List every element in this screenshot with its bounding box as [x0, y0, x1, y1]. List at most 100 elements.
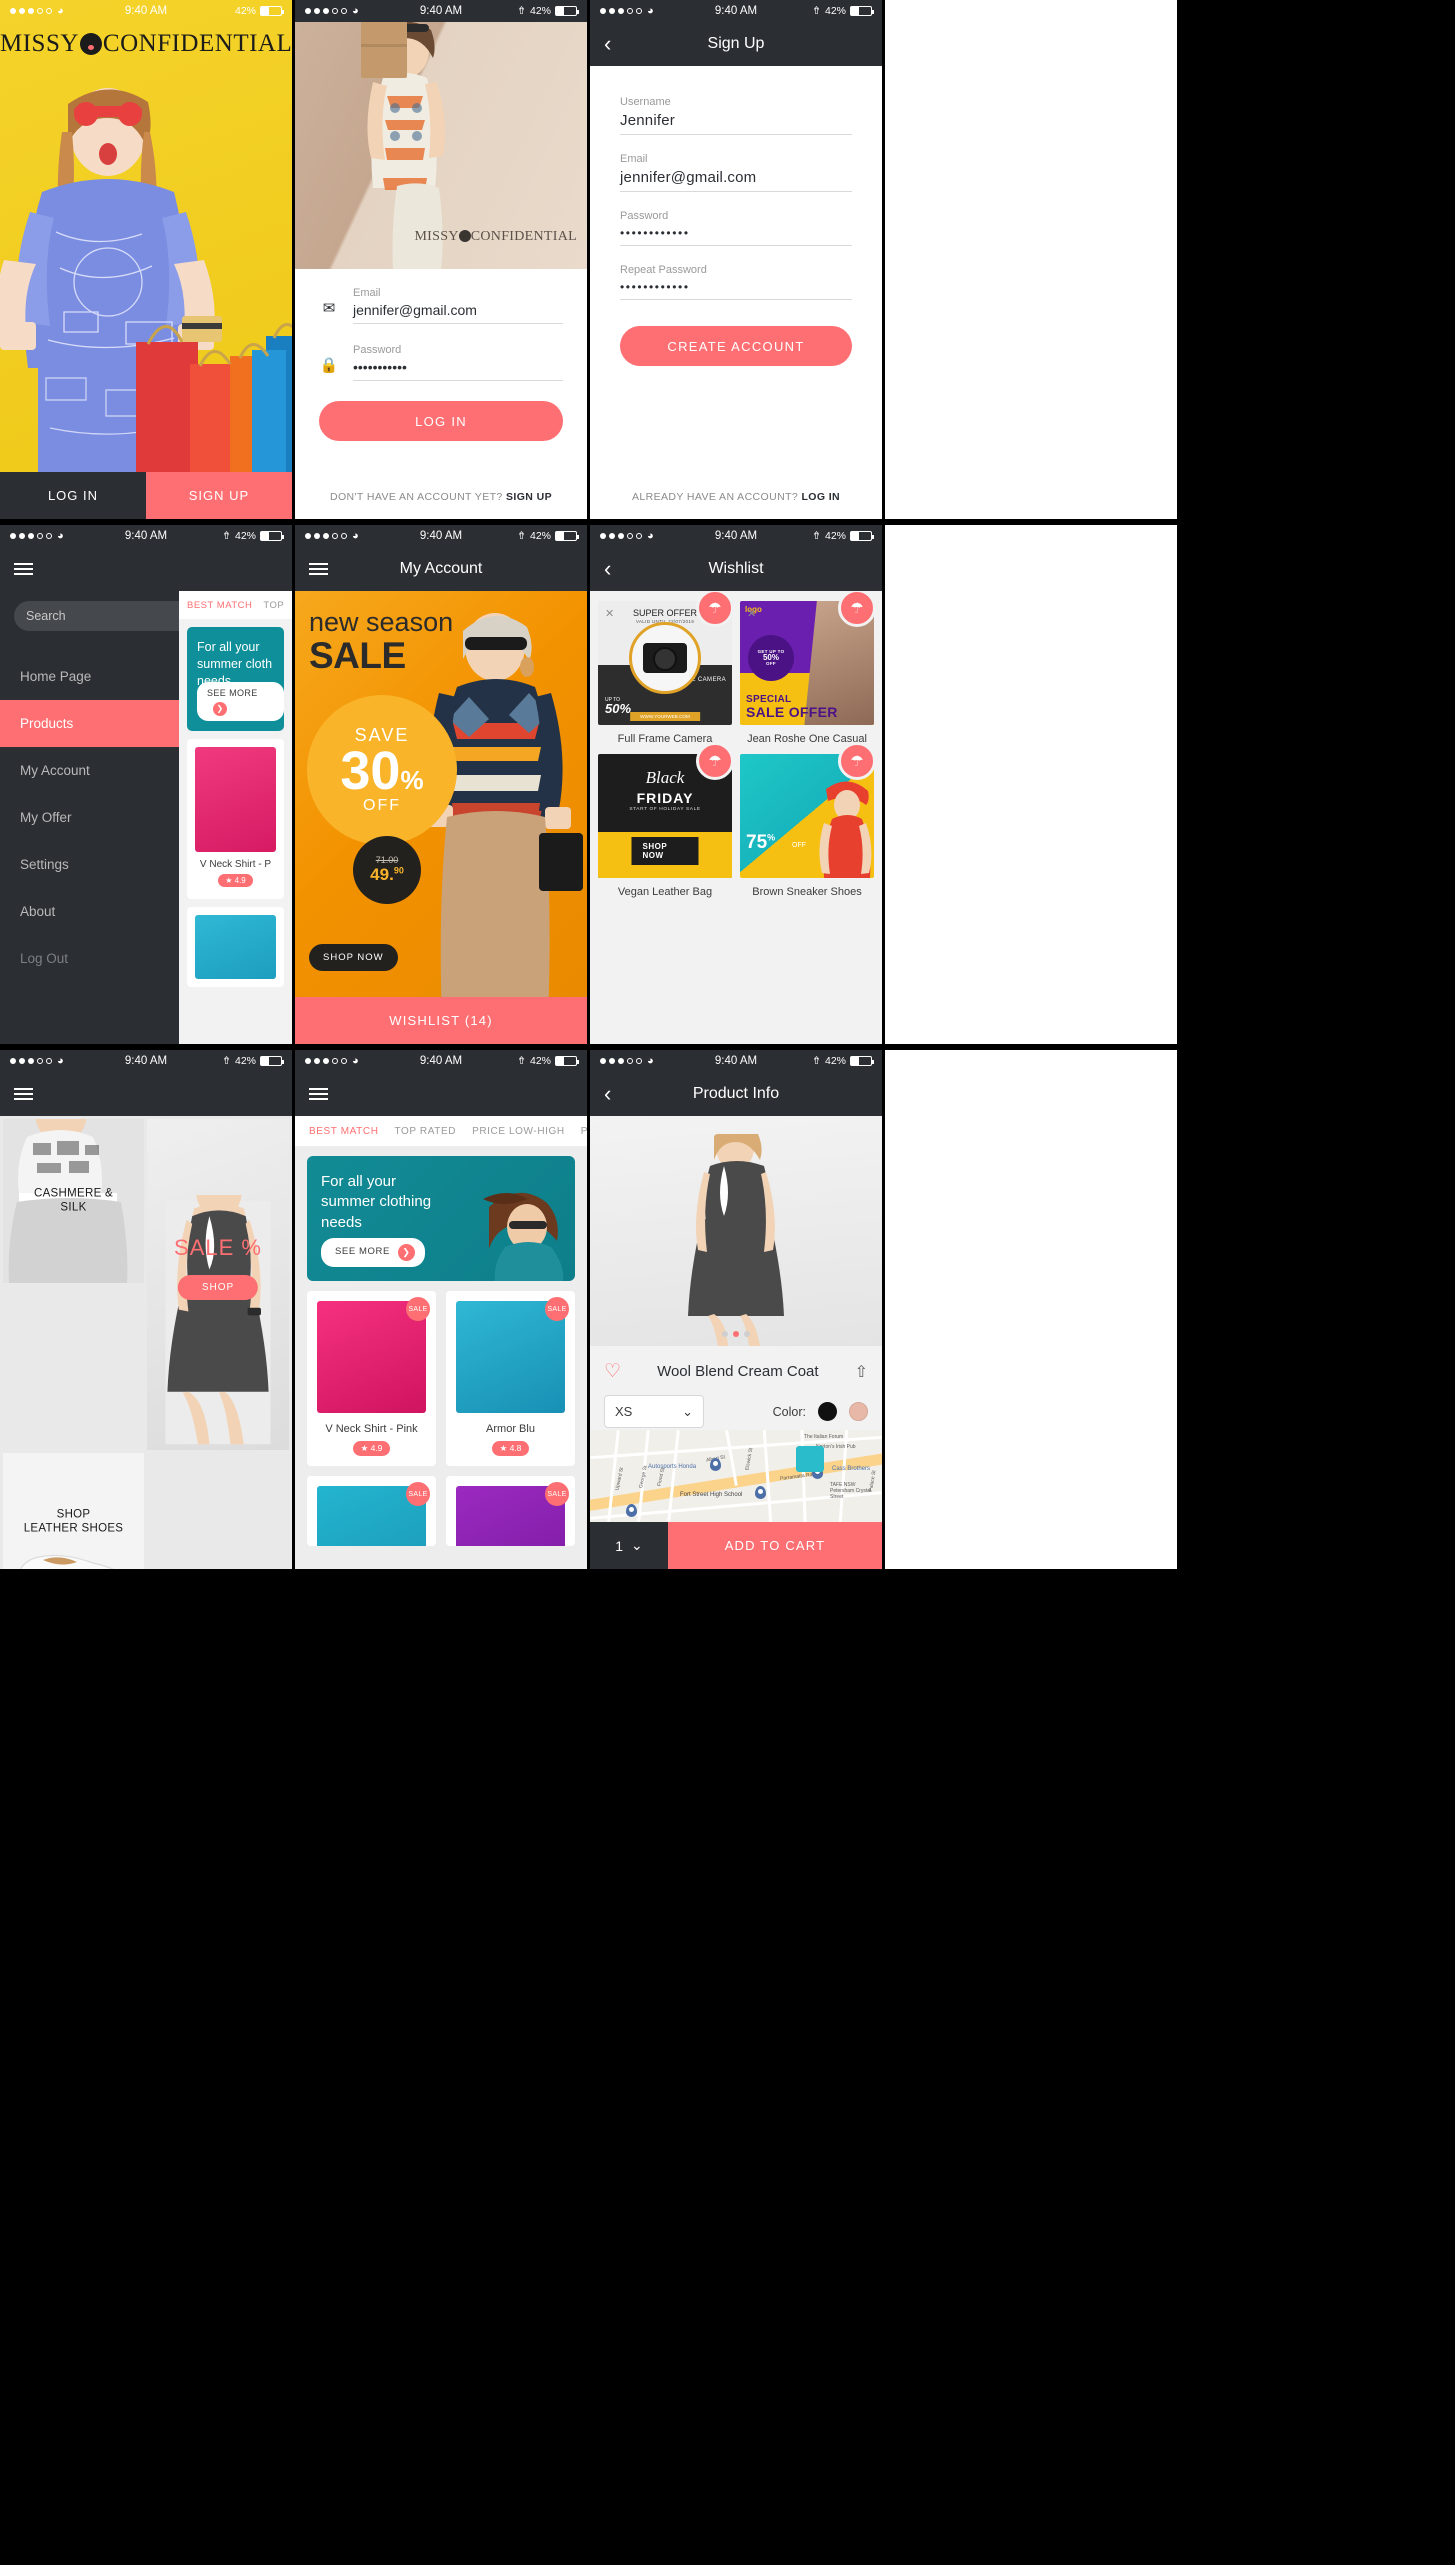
color-swatch-nude[interactable]: [849, 1402, 868, 1421]
hamburger-icon[interactable]: [0, 1088, 33, 1100]
basket-icon[interactable]: ☂: [838, 589, 876, 627]
tab-best-match[interactable]: BEST MATCH: [187, 600, 252, 611]
store-marker[interactable]: [796, 1446, 824, 1472]
screen-splash: MISSY CONFIDENTIAL ◕ 9:40 AM 42% LOG IN S…: [0, 0, 292, 519]
share-icon[interactable]: ⇧: [855, 1362, 868, 1382]
basket-icon[interactable]: ☂: [696, 589, 734, 627]
signup-link[interactable]: SIGN UP: [506, 491, 552, 503]
status-time: 9:40 AM: [419, 530, 463, 542]
password-value: ••••••••••••: [620, 226, 690, 240]
product-rating: ★ 4.9: [352, 1441, 391, 1456]
password-field[interactable]: Password ••••••••••••: [620, 210, 852, 246]
status-time: 9:40 AM: [419, 5, 463, 17]
promo-card[interactable]: For all your summer clothing needs SEE M…: [307, 1156, 575, 1281]
tab-top-rated[interactable]: TOP RATED: [395, 1126, 457, 1137]
login-button[interactable]: LOG IN: [0, 472, 146, 519]
sub-label: START OF HOLIDAY SALE: [629, 807, 701, 812]
peek-product-card-2[interactable]: [187, 907, 284, 987]
status-bar: ◕ 9:40 AM ⇮ 42%: [590, 525, 882, 547]
product-image: [195, 915, 276, 979]
banner-line-1: new season: [309, 607, 454, 637]
username-field[interactable]: Username Jennifer: [620, 96, 852, 135]
black-label: Black: [645, 768, 685, 787]
map-label-autosports: Autosports Honda: [648, 1464, 697, 1470]
hamburger-icon[interactable]: [295, 1088, 328, 1100]
status-bar: ◕ 9:40 AM ⇮ 42%: [0, 525, 292, 547]
wishlist-item[interactable]: ☂ logo ✕ GET UP TO 50% OFF SPECIAL SALE …: [740, 589, 876, 745]
signup-button[interactable]: SIGN UP: [146, 472, 292, 519]
tab-best-match[interactable]: BEST MATCH: [309, 1126, 379, 1137]
new-price-cents: 90: [393, 865, 404, 876]
product-image: [195, 747, 276, 852]
email-field[interactable]: ✉ Email jennifer@gmail.com: [319, 287, 563, 324]
see-more-button[interactable]: SEE MORE ❯: [321, 1238, 425, 1267]
login-submit-button[interactable]: LOG IN: [319, 401, 563, 441]
close-icon[interactable]: ✕: [747, 607, 756, 620]
product-card[interactable]: SALE Armor Blu ★ 4.8: [446, 1291, 575, 1466]
username-value: Jennifer: [620, 112, 675, 129]
email-field[interactable]: Email jennifer@gmail.com: [620, 153, 852, 192]
size-select[interactable]: XS ⌄: [604, 1395, 704, 1428]
tile-leather-shoes[interactable]: SHOP LEATHER SHOES: [3, 1453, 144, 1569]
status-time: 9:40 AM: [419, 1055, 463, 1067]
quantity-stepper[interactable]: 1 ⌄: [590, 1522, 668, 1569]
sale-label: SALE %: [174, 1234, 262, 1260]
password-field[interactable]: 🔒 Password •••••••••••: [319, 344, 563, 381]
hamburger-icon[interactable]: [295, 563, 328, 575]
percent-symbol: %: [400, 764, 424, 795]
content-peek: BEST MATCH TOP For all your summer cloth…: [179, 591, 292, 1044]
image-pager[interactable]: [722, 1331, 750, 1337]
see-more-button[interactable]: SEE MORE ❯: [197, 681, 284, 721]
wishlist-bar-button[interactable]: WISHLIST (14): [295, 997, 587, 1044]
peek-promo-card[interactable]: For all your summer cloth needs SEE MORE…: [187, 627, 284, 731]
wishlist-item[interactable]: ☂ 75% OFF Brown Sneaker Shoes: [740, 742, 876, 898]
store-map[interactable]: Autosports Honda Fort Street High School…: [590, 1430, 882, 1522]
discount-number: 30: [340, 740, 401, 801]
heart-icon[interactable]: ♡: [604, 1360, 621, 1383]
peek-product-card[interactable]: V Neck Shirt - P ★ 4.9: [187, 739, 284, 899]
product-card[interactable]: SALE: [446, 1476, 575, 1546]
chevron-down-icon: ⌄: [682, 1403, 693, 1419]
search-placeholder: Search: [26, 609, 66, 623]
create-account-button[interactable]: CREATE ACCOUNT: [620, 326, 852, 366]
lock-icon: 🔒: [319, 357, 339, 374]
hamburger-icon[interactable]: [0, 563, 33, 575]
shop-now-button[interactable]: SHOP NOW: [631, 837, 699, 865]
wishlist-item[interactable]: ☂ Black FRIDAY START OF HOLIDAY SALE SHO…: [598, 742, 734, 898]
product-card[interactable]: SALE: [307, 1476, 436, 1546]
sale-badge: SALE: [406, 1297, 430, 1321]
wishlist-item[interactable]: ☂ ✕ SUPER OFFER VALID UNTIL 22/07/2019 U…: [598, 589, 734, 745]
see-more-label: SEE MORE: [335, 1246, 390, 1258]
tile-cashmere-silk[interactable]: CASHMERE & SILK: [3, 1119, 144, 1283]
color-swatch-black[interactable]: [818, 1402, 837, 1421]
model-illustration: [165, 1195, 271, 1445]
basket-icon[interactable]: ☂: [838, 742, 876, 780]
status-time: 9:40 AM: [714, 530, 758, 542]
tile-sale[interactable]: SALE % SHOP: [147, 1119, 289, 1450]
brand-name-part1: MISSY: [0, 30, 79, 57]
sale-banner[interactable]: new season SALE SAVE 30% OFF 71.00 49.90…: [295, 591, 587, 997]
login-link[interactable]: LOG IN: [801, 491, 840, 503]
repeat-password-field[interactable]: Repeat Password ••••••••••••: [620, 264, 852, 300]
close-icon[interactable]: ✕: [605, 607, 614, 620]
map-pin[interactable]: [710, 1458, 721, 1471]
tab-price[interactable]: PRICE: [581, 1126, 587, 1137]
discount-percent: 75%: [746, 832, 775, 854]
back-button[interactable]: ‹: [590, 33, 611, 55]
map-pin[interactable]: [755, 1486, 766, 1499]
product-card[interactable]: SALE V Neck Shirt - Pink ★ 4.9: [307, 1291, 436, 1466]
new-price: 49.90: [370, 865, 404, 885]
back-button[interactable]: ‹: [590, 558, 611, 580]
basket-icon[interactable]: ☂: [696, 742, 734, 780]
sale-offer-label: SALE OFFER: [746, 704, 838, 720]
tab-price-low-high[interactable]: PRICE LOW-HIGH: [472, 1126, 565, 1137]
filler: [885, 1050, 1177, 1569]
tab-top-rated[interactable]: TOP: [263, 600, 284, 611]
status-bar: ◕ 9:40 AM 42%: [0, 0, 292, 22]
brand-logo-small: MISSY CONFIDENTIAL: [414, 229, 577, 245]
back-button[interactable]: ‹: [590, 1083, 611, 1105]
shop-now-button[interactable]: SHOP NOW: [309, 944, 398, 971]
add-to-cart-button[interactable]: ADD TO CART: [668, 1522, 882, 1569]
map-pin[interactable]: [626, 1504, 637, 1517]
shop-button[interactable]: SHOP: [177, 1274, 259, 1300]
